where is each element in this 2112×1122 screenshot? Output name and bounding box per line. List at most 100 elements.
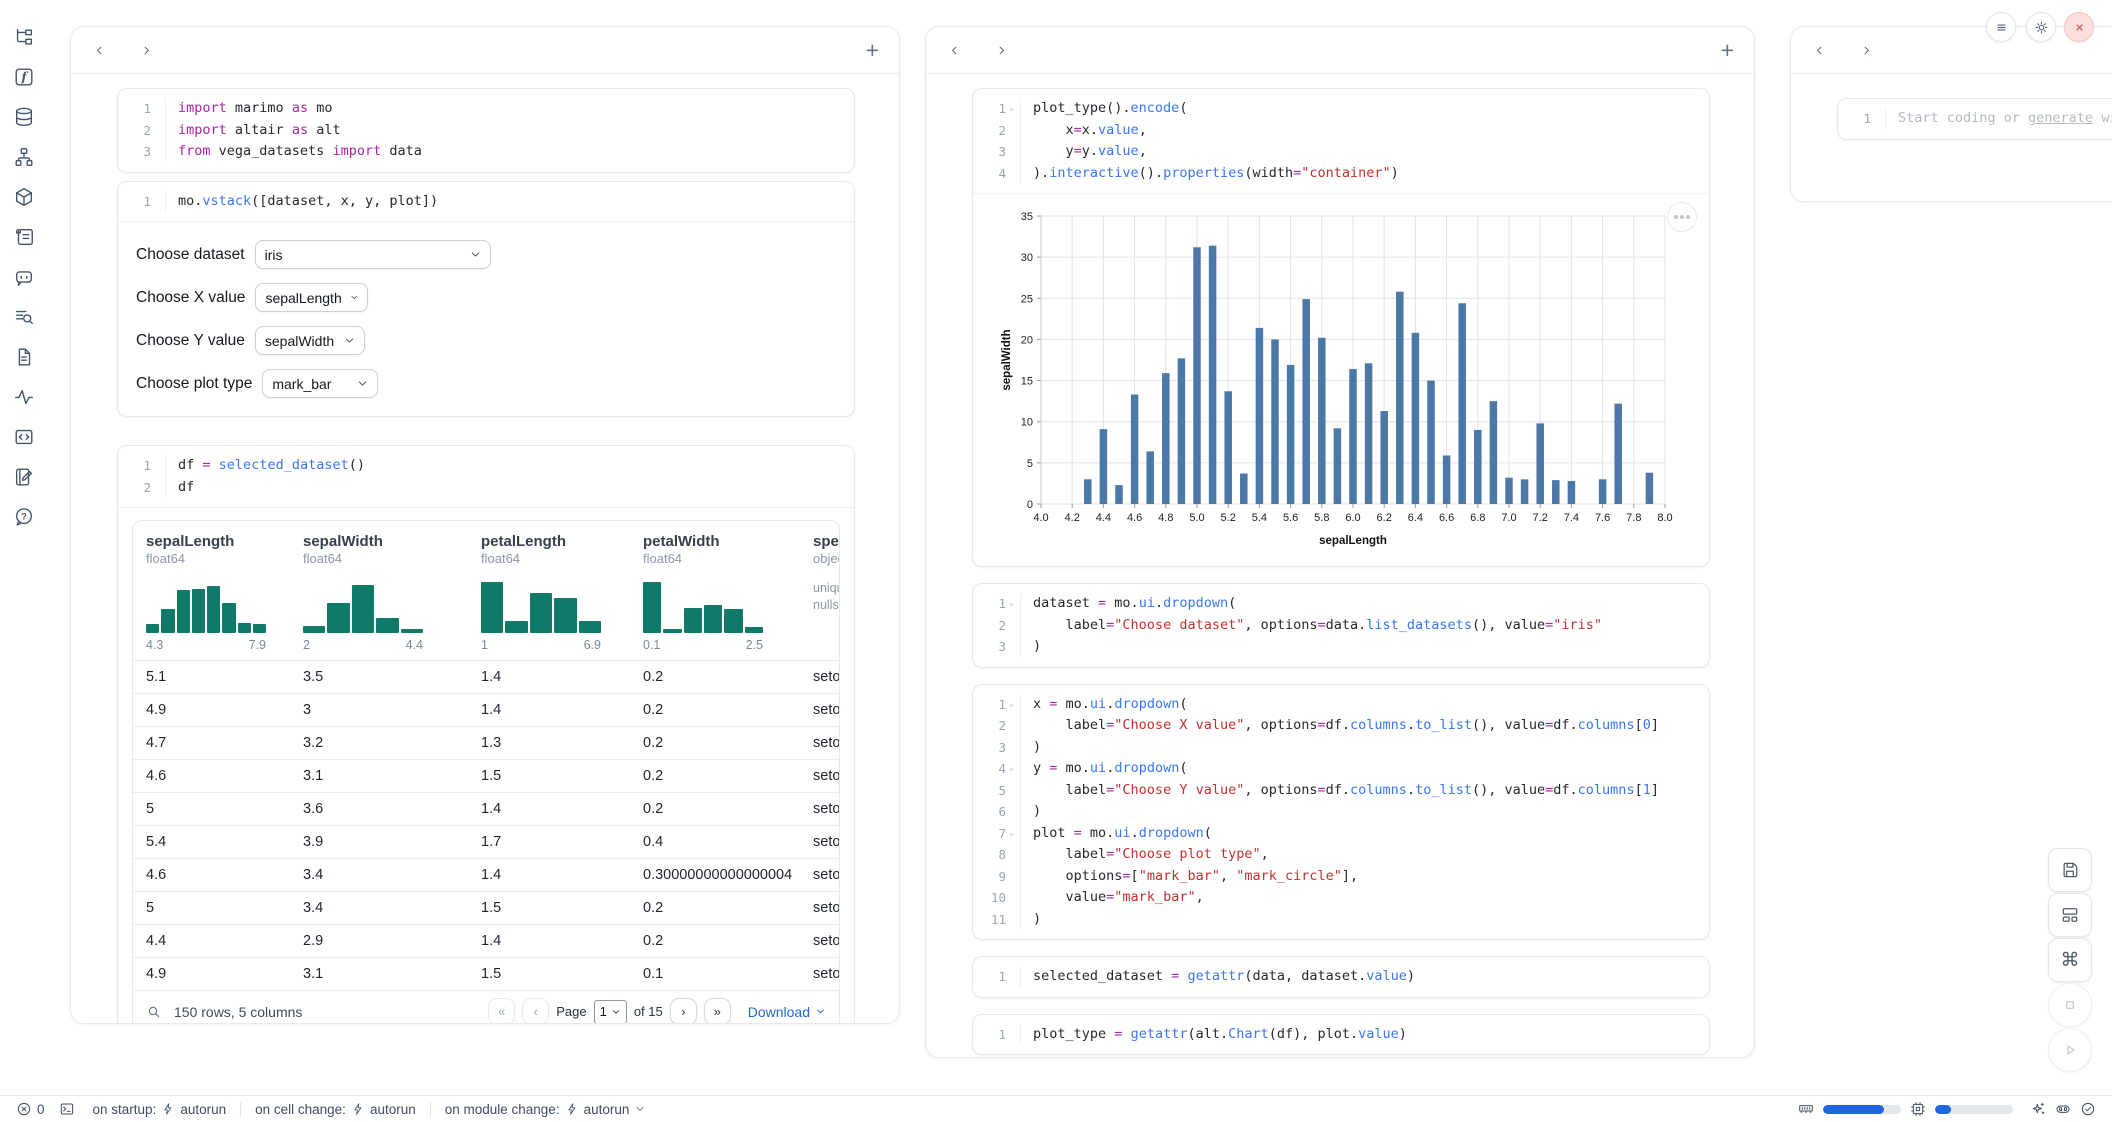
column1-next-arrow[interactable] xyxy=(138,42,155,59)
code-line: 2df xyxy=(118,477,854,499)
download-button[interactable]: Download xyxy=(748,1004,826,1020)
terminal-icon xyxy=(59,1101,75,1117)
search-icon[interactable] xyxy=(146,1004,162,1020)
add-column-button[interactable]: + xyxy=(866,39,879,62)
column3-prev-arrow[interactable] xyxy=(1811,42,1828,59)
code-editor[interactable]: 1df = selected_dataset()2df xyxy=(118,446,854,507)
chatbot-icon[interactable] xyxy=(9,264,39,290)
snippets-icon[interactable] xyxy=(9,424,39,450)
script-icon[interactable] xyxy=(9,224,39,250)
svg-text:sepalLength: sepalLength xyxy=(1319,535,1387,547)
bar-chart[interactable]: 051015202530354.04.24.44.64.85.05.25.45.… xyxy=(997,206,1699,558)
code-editor[interactable]: 1import marimo as mo2import altair as al… xyxy=(118,89,854,172)
dropdown-select[interactable]: mark_bar xyxy=(262,369,378,398)
code-editor[interactable]: 1mo.vstack([dataset, x, y, plot]) xyxy=(118,182,854,222)
table-row[interactable]: 5.13.51.40.2setos xyxy=(133,660,839,693)
function-square-icon[interactable]: f xyxy=(9,64,39,90)
fold-chevron-icon: ⌄ xyxy=(1007,694,1016,716)
error-count-badge[interactable]: 0 xyxy=(16,1101,45,1117)
package-icon[interactable] xyxy=(9,184,39,210)
runtime-on-cell-change[interactable]: on cell change: autorun xyxy=(255,1102,416,1117)
runtime-on-startup[interactable]: on startup: autorun xyxy=(93,1102,227,1117)
save-button[interactable] xyxy=(2048,848,2092,892)
notebook-menu-icon[interactable] xyxy=(1986,12,2016,42)
left-icon-sidebar: f ? xyxy=(0,0,48,1090)
table-row[interactable]: 53.61.40.2setos xyxy=(133,792,839,825)
last-page-button[interactable]: » xyxy=(704,998,731,1023)
column3-next-arrow[interactable] xyxy=(1858,42,1875,59)
fold-chevron-icon: ⌄ xyxy=(1007,758,1016,780)
dropdown-label: Choose dataset xyxy=(136,246,245,264)
column-header[interactable]: petalLengthfloat6416.9 xyxy=(468,533,630,652)
shutdown-close-icon[interactable] xyxy=(2064,12,2094,42)
svg-text:5.6: 5.6 xyxy=(1283,512,1298,524)
next-page-button[interactable]: › xyxy=(670,998,697,1023)
code-editor[interactable]: 1selected_dataset = getattr(data, datase… xyxy=(973,957,1709,997)
table-row[interactable]: 4.63.41.40.30000000000000004setos xyxy=(133,858,839,891)
page-select[interactable]: 1 xyxy=(594,1000,627,1024)
table-footer: 150 rows, 5 columns « ‹ Page 1 of 15 › »… xyxy=(133,990,839,1023)
table-row[interactable]: 4.73.21.30.2setos xyxy=(133,726,839,759)
column-header[interactable]: sepalLengthfloat644.37.9 xyxy=(133,533,290,652)
svg-text:25: 25 xyxy=(1021,293,1033,305)
model-graph-icon[interactable] xyxy=(9,144,39,170)
column-header[interactable]: speciobjecuniqunulls: xyxy=(800,533,839,652)
table-row[interactable]: 4.931.40.2setos xyxy=(133,693,839,726)
first-page-button[interactable]: « xyxy=(488,998,515,1023)
terminal-button[interactable] xyxy=(59,1101,75,1117)
column2-prev-arrow[interactable] xyxy=(946,42,963,59)
code-line: 1df = selected_dataset() xyxy=(118,455,854,477)
database-icon[interactable] xyxy=(9,104,39,130)
table-row[interactable]: 5.43.91.70.4setos xyxy=(133,825,839,858)
code-line: 10 value="mark_bar", xyxy=(973,887,1709,909)
memory-icon xyxy=(1798,1101,1814,1117)
column2-next-arrow[interactable] xyxy=(993,42,1010,59)
code-editor[interactable]: 1plot_type = getattr(alt.Chart(df), plot… xyxy=(973,1015,1709,1055)
svg-text:6.6: 6.6 xyxy=(1439,512,1454,524)
column-header[interactable]: sepalWidthfloat6424.4 xyxy=(290,533,468,652)
help-icon[interactable]: ? xyxy=(9,504,39,530)
stop-button[interactable] xyxy=(2048,983,2092,1027)
keyboard-shortcuts-button[interactable]: ⌘ xyxy=(2048,938,2092,982)
chart-actions-menu-icon[interactable] xyxy=(1667,202,1697,232)
marimo-app: f ? + 1import marimo as mo2import altair… xyxy=(0,0,2112,1122)
notebook-column-2: + 1⌄plot_type().encode(2 x=x.value,3 y=y… xyxy=(925,26,1755,1058)
generate-with-ai-link[interactable]: generate xyxy=(2028,110,2093,126)
copilot-icon[interactable] xyxy=(2055,1101,2071,1117)
svg-text:sepalWidth: sepalWidth xyxy=(1001,329,1013,390)
settings-gear-icon[interactable] xyxy=(2026,12,2056,42)
dropdown-output: Choose datasetirisChoose X valuesepalLen… xyxy=(118,222,854,416)
add-column-button[interactable]: + xyxy=(1721,39,1734,62)
run-button[interactable] xyxy=(2048,1028,2092,1072)
connection-status-icon[interactable] xyxy=(2080,1101,2096,1117)
code-line: 11) xyxy=(973,909,1709,931)
dropdown-select[interactable]: iris xyxy=(255,240,491,269)
svg-text:6.8: 6.8 xyxy=(1470,512,1485,524)
code-editor[interactable]: 1⌄plot_type().encode(2 x=x.value,3 y=y.v… xyxy=(973,89,1709,193)
column1-prev-arrow[interactable] xyxy=(91,42,108,59)
svg-text:5.8: 5.8 xyxy=(1314,512,1329,524)
code-editor[interactable]: 1⌄dataset = mo.ui.dropdown(2 label="Choo… xyxy=(973,584,1709,667)
ai-sparkles-icon[interactable] xyxy=(2030,1101,2046,1117)
table-row[interactable]: 4.93.11.50.1setos xyxy=(133,957,839,990)
dropdown-select[interactable]: sepalWidth xyxy=(255,326,365,355)
svg-text:20: 20 xyxy=(1021,334,1033,346)
prev-page-button[interactable]: ‹ xyxy=(522,998,549,1023)
code-editor[interactable]: 1⌄x = mo.ui.dropdown(2 label="Choose X v… xyxy=(973,685,1709,940)
document-icon[interactable] xyxy=(9,344,39,370)
tracing-icon[interactable] xyxy=(9,384,39,410)
table-row[interactable]: 53.41.50.2setos xyxy=(133,891,839,924)
runtime-on-module-change[interactable]: on module change: autorun xyxy=(445,1102,647,1117)
layout-toggle-button[interactable] xyxy=(2048,893,2092,937)
svg-text:8.0: 8.0 xyxy=(1657,512,1672,524)
file-tree-icon[interactable] xyxy=(9,24,39,50)
column-header[interactable]: petalWidthfloat640.12.5 xyxy=(630,533,800,652)
table-row[interactable]: 4.63.11.50.2setos xyxy=(133,759,839,792)
dropdown-select[interactable]: sepalLength xyxy=(255,283,368,312)
code-line: 9 options=["mark_bar", "mark_circle"], xyxy=(973,866,1709,888)
code-editor[interactable]: 1 Start coding or generate with xyxy=(1838,99,2112,139)
code-line: 2 label="Choose X value", options=df.col… xyxy=(973,715,1709,737)
logs-search-icon[interactable] xyxy=(9,304,39,330)
scratchpad-icon[interactable] xyxy=(9,464,39,490)
table-row[interactable]: 4.42.91.40.2setos xyxy=(133,924,839,957)
